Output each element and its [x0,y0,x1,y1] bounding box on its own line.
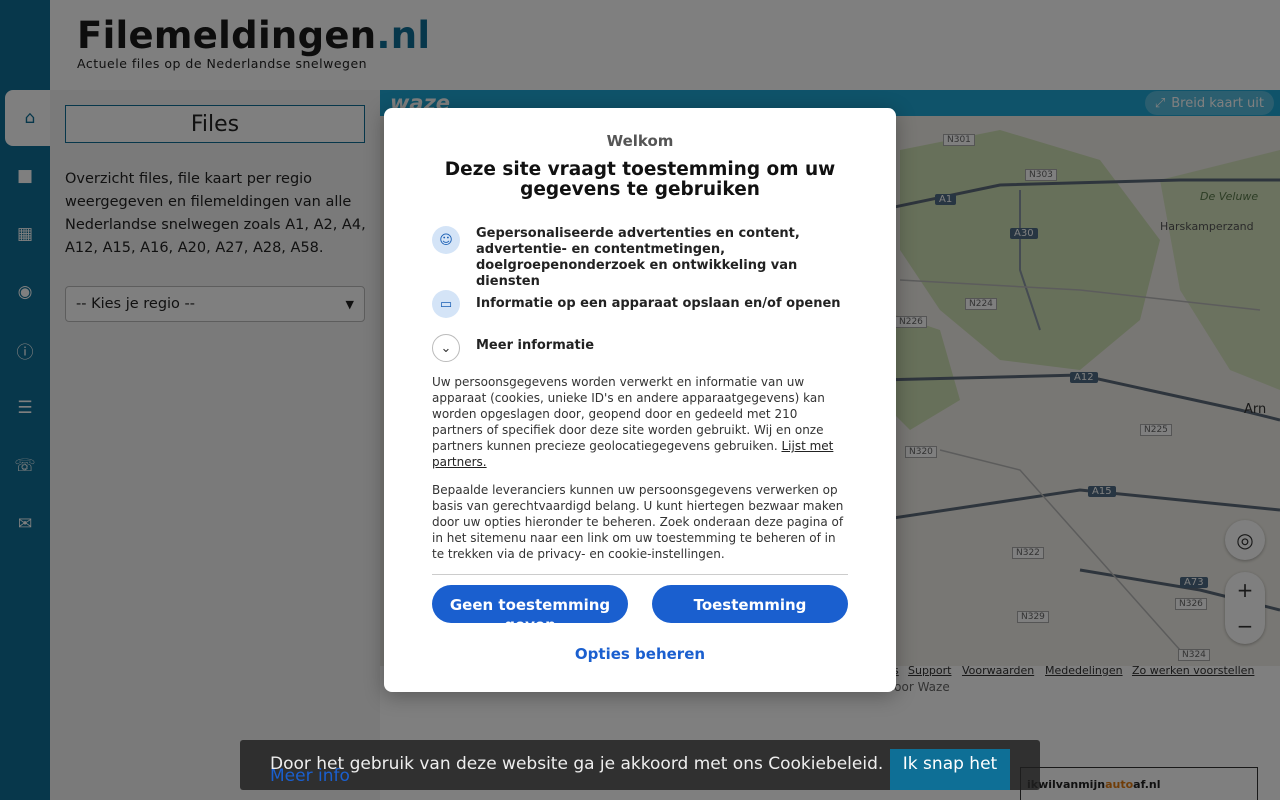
accept-button[interactable]: Toestemming [652,585,848,623]
purpose-ads-text: Gepersonaliseerde advertenties en conten… [476,226,800,289]
devices-icon: ▭ [432,290,460,318]
cookie-text: Door het gebruik van deze website ga je … [270,754,884,774]
decline-button[interactable]: Geen toestemming geven [432,585,628,623]
user-icon: ☺ [432,226,460,254]
more-info-label: Meer informatie [476,338,595,353]
consent-divider [432,574,848,575]
consent-body-1-text: Uw persoonsgegevens worden verwerkt en i… [432,375,825,453]
chevron-down-icon[interactable]: ⌄ [432,334,460,362]
cookie-bar: Meer info Door het gebruik van deze webs… [240,740,1040,790]
purpose-device-text: Informatie op een apparaat opslaan en/of… [476,296,841,311]
consent-welcome: Welkom [606,132,674,150]
consent-title: Deze site vraagt toestemming om uw gegev… [444,159,836,200]
consent-dialog: Welkom Deze site vraagt toestemming om u… [384,108,896,692]
manage-options-button[interactable]: Opties beheren [384,645,896,663]
consent-body-2: Bepaalde leveranciers kunnen uw persoons… [432,483,844,561]
cookie-accept-button[interactable]: Ik snap het [890,749,1010,790]
consent-body-1: Uw persoonsgegevens worden verwerkt en i… [432,374,848,470]
